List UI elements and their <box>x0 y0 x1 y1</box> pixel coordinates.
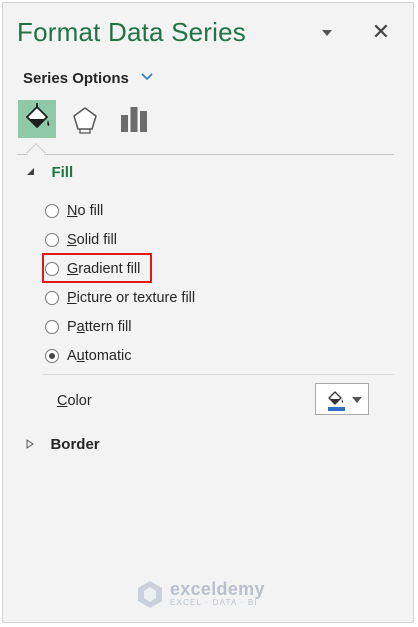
paint-bucket-icon <box>26 103 50 128</box>
automatic-radio[interactable]: AUtomatic <box>45 345 132 367</box>
border-section-label: Border <box>50 436 100 453</box>
border-section-header[interactable]: Border <box>26 436 100 454</box>
pentagon-icon <box>73 107 97 134</box>
fill-section-label: Fill <box>51 164 74 181</box>
radio-button[interactable] <box>45 291 59 305</box>
radio-button[interactable] <box>45 349 59 363</box>
expanded-triangle-icon <box>26 164 39 181</box>
no-fill-radio[interactable]: No fill <box>45 200 103 222</box>
tab-effects[interactable] <box>66 100 104 138</box>
pane-title: Format Data Series <box>17 17 247 47</box>
radio-button[interactable] <box>45 204 59 218</box>
chevron-down-icon <box>141 68 153 85</box>
bar-chart-icon <box>121 107 147 132</box>
radio-label: Solid fill <box>67 232 117 248</box>
section-separator <box>43 374 394 375</box>
radio-label: AUtomatic <box>67 348 132 364</box>
exceldemy-watermark: exceldemy EXCEL · DATA · BI <box>136 577 265 611</box>
solid-fill-radio[interactable]: Solid fill <box>45 229 117 251</box>
color-label: Color <box>57 393 92 409</box>
chevron-down-icon <box>352 397 362 403</box>
task-pane-options-button[interactable] <box>314 22 340 44</box>
watermark-name: exceldemy <box>170 579 265 599</box>
tab-series-options[interactable] <box>115 100 153 138</box>
paint-bucket-icon <box>325 388 349 417</box>
chevron-down-icon <box>322 30 332 36</box>
gradient-fill-highlight-box <box>42 253 152 283</box>
fill-color-picker-button[interactable] <box>315 383 369 415</box>
fill-section-header[interactable]: Fill <box>26 164 73 182</box>
radio-button[interactable] <box>45 320 59 334</box>
watermark-tagline: EXCEL · DATA · BI <box>170 598 258 607</box>
collapsed-triangle-icon <box>26 436 38 453</box>
tab-fill-line[interactable] <box>18 100 56 138</box>
tab-divider <box>17 154 394 155</box>
radio-label: No fill <box>67 203 104 219</box>
radio-label: Picture or texture fill <box>67 290 196 306</box>
close-button[interactable]: ✕ <box>370 22 392 44</box>
pattern-fill-radio[interactable]: PAttern fill <box>45 316 132 338</box>
series-options-dropdown[interactable]: Series Options <box>23 68 153 87</box>
radio-label: PAttern fill <box>67 319 132 335</box>
format-data-series-pane <box>2 2 414 623</box>
exceldemy-logo-icon <box>138 581 162 608</box>
series-options-label: Series Options <box>23 70 129 87</box>
radio-button[interactable] <box>45 233 59 247</box>
picture-or-texture-fill-radio[interactable]: Picture or texture fill <box>45 287 195 309</box>
